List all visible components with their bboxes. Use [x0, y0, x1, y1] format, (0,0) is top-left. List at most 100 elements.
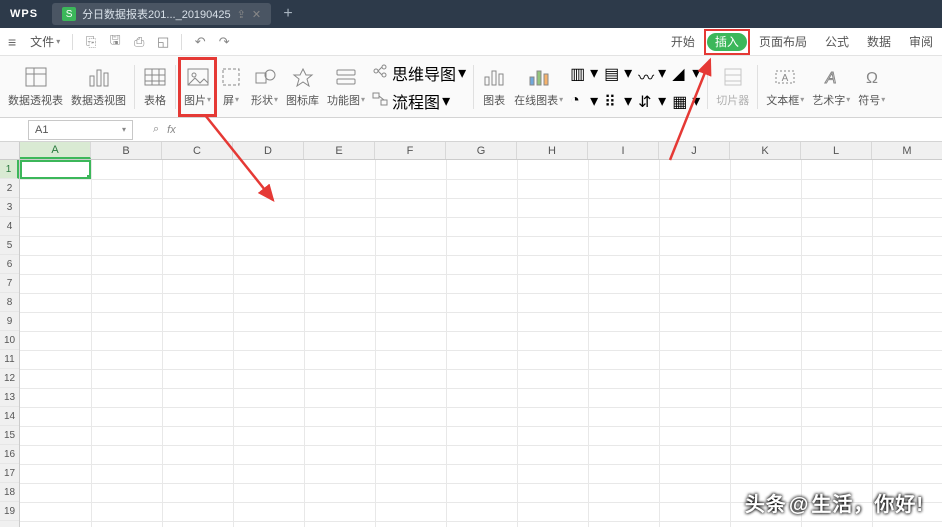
- row-header[interactable]: 18: [0, 483, 19, 502]
- row-header[interactable]: 19: [0, 502, 19, 521]
- pin-icon[interactable]: ⇪: [237, 8, 246, 21]
- slicer-icon: [721, 66, 745, 88]
- mindmap-button[interactable]: 思维导图▾: [369, 60, 469, 86]
- row-header[interactable]: 7: [0, 274, 19, 293]
- column-headers[interactable]: ABCDEFGHIJKLM: [20, 142, 942, 160]
- active-cell-cursor: [20, 160, 91, 179]
- ribbon: 数据透视表 数据透视图 表格 图片▾ 屏▾ 形状▾ 图标库 功能图▾ 思维导图▾: [0, 56, 942, 118]
- picture-button[interactable]: 图片▾: [180, 59, 215, 115]
- close-tab-icon[interactable]: ✕: [252, 8, 261, 21]
- table-icon: [143, 66, 167, 88]
- row-header[interactable]: 17: [0, 464, 19, 483]
- column-header[interactable]: I: [588, 142, 659, 159]
- row-header[interactable]: 11: [0, 350, 19, 369]
- more-charts-button[interactable]: ▦▾: [669, 88, 703, 114]
- column-header[interactable]: E: [304, 142, 375, 159]
- row-header[interactable]: 1: [0, 160, 19, 179]
- tab-insert[interactable]: 插入: [707, 33, 747, 51]
- column-header[interactable]: B: [91, 142, 162, 159]
- column-header[interactable]: F: [375, 142, 446, 159]
- wordart-button[interactable]: A 艺术字▾: [808, 59, 854, 115]
- chart-button[interactable]: 图表: [478, 59, 510, 115]
- tab-formula[interactable]: 公式: [816, 28, 858, 55]
- row-headers[interactable]: 12345678910111213141516171819: [0, 160, 20, 527]
- qat-undo-icon[interactable]: ↶: [191, 33, 209, 51]
- cells-area[interactable]: [20, 160, 942, 527]
- fx-label[interactable]: fx: [167, 124, 176, 136]
- new-tab-button[interactable]: +: [275, 3, 301, 25]
- bar-mini-icon: ▥: [570, 64, 588, 82]
- spreadsheet-grid[interactable]: ABCDEFGHIJKLM 12345678910111213141516171…: [0, 142, 942, 527]
- tab-start[interactable]: 开始: [662, 28, 704, 55]
- chart-icon: [482, 66, 506, 88]
- row-header[interactable]: 5: [0, 236, 19, 255]
- svg-text:Ω: Ω: [866, 70, 878, 87]
- row-header[interactable]: 9: [0, 312, 19, 331]
- bar-mini-button[interactable]: ▥▾: [567, 60, 601, 86]
- iconlib-icon: [291, 66, 315, 88]
- scatter-mini-button[interactable]: ⠿▾: [601, 88, 635, 114]
- row-header[interactable]: 3: [0, 198, 19, 217]
- qat-preview-icon[interactable]: ◱: [154, 33, 172, 51]
- row-header[interactable]: 6: [0, 255, 19, 274]
- quick-access-row: ≡ 文件▾ ⎘ 🖫 ⎙ ◱ ↶ ↷ 开始 插入 页面布局 公式 数据 审阅: [0, 28, 942, 56]
- document-title: 分日数据报表201..._20190425: [82, 6, 231, 22]
- table-button[interactable]: 表格: [139, 59, 171, 115]
- document-tab[interactable]: S 分日数据报表201..._20190425 ⇪ ✕: [52, 3, 271, 25]
- column-header[interactable]: G: [446, 142, 517, 159]
- textbox-button[interactable]: A 文本框▾: [762, 59, 808, 115]
- picture-icon: [186, 66, 210, 88]
- separator: [72, 34, 73, 50]
- row-header[interactable]: 2: [0, 179, 19, 198]
- shapes-button[interactable]: 形状▾: [247, 59, 282, 115]
- online-chart-button[interactable]: 在线图表▾: [510, 59, 567, 115]
- select-all-corner[interactable]: [0, 142, 20, 160]
- qat-open-icon[interactable]: ⎘: [82, 33, 100, 51]
- row-header[interactable]: 15: [0, 426, 19, 445]
- pivot-table-button[interactable]: 数据透视表: [4, 59, 67, 115]
- flowchart-button[interactable]: 流程图▾: [369, 88, 469, 114]
- column-mini-button[interactable]: ▤▾: [601, 60, 635, 86]
- column-header[interactable]: D: [233, 142, 304, 159]
- row-header[interactable]: 13: [0, 388, 19, 407]
- funcchart-button[interactable]: 功能图▾: [323, 59, 369, 115]
- textbox-icon: A: [773, 66, 797, 88]
- separator: [181, 34, 182, 50]
- spreadsheet-icon: S: [62, 7, 76, 21]
- area-mini-button[interactable]: ◢▾: [669, 60, 703, 86]
- qat-print-icon[interactable]: ⎙: [130, 33, 148, 51]
- pivot-chart-button[interactable]: 数据透视图: [67, 59, 130, 115]
- row-header[interactable]: 12: [0, 369, 19, 388]
- row-header[interactable]: 4: [0, 217, 19, 236]
- row-header[interactable]: 16: [0, 445, 19, 464]
- row-header[interactable]: 8: [0, 293, 19, 312]
- zoom-icon[interactable]: ⌕: [153, 123, 159, 136]
- stock-mini-button[interactable]: ⇵▾: [635, 88, 669, 114]
- tab-data[interactable]: 数据: [858, 28, 900, 55]
- ribbon-tabs: 开始 插入 页面布局 公式 数据 审阅: [662, 28, 942, 55]
- column-header[interactable]: A: [20, 142, 91, 159]
- column-header[interactable]: J: [659, 142, 730, 159]
- chevron-down-icon: ▾: [207, 95, 211, 104]
- chevron-down-icon: ▾: [56, 37, 60, 46]
- screenshot-button[interactable]: 屏▾: [215, 59, 247, 115]
- symbol-button[interactable]: Ω 符号▾: [854, 59, 889, 115]
- hamburger-icon[interactable]: ≡: [0, 34, 24, 50]
- line-mini-button[interactable]: 〰▾: [635, 60, 669, 86]
- qat-redo-icon[interactable]: ↷: [215, 33, 233, 51]
- name-box[interactable]: A1▾: [28, 120, 133, 140]
- tab-review[interactable]: 审阅: [900, 28, 942, 55]
- column-header[interactable]: M: [872, 142, 942, 159]
- file-menu[interactable]: 文件▾: [24, 33, 66, 50]
- column-header[interactable]: H: [517, 142, 588, 159]
- qat-save-icon[interactable]: 🖫: [106, 33, 124, 51]
- titlebar: WPS S 分日数据报表201..._20190425 ⇪ ✕ +: [0, 0, 942, 28]
- column-header[interactable]: L: [801, 142, 872, 159]
- pie-mini-button[interactable]: ◔▾: [567, 88, 601, 114]
- row-header[interactable]: 14: [0, 407, 19, 426]
- column-header[interactable]: C: [162, 142, 233, 159]
- iconlib-button[interactable]: 图标库: [282, 59, 323, 115]
- tab-layout[interactable]: 页面布局: [750, 28, 816, 55]
- column-header[interactable]: K: [730, 142, 801, 159]
- row-header[interactable]: 10: [0, 331, 19, 350]
